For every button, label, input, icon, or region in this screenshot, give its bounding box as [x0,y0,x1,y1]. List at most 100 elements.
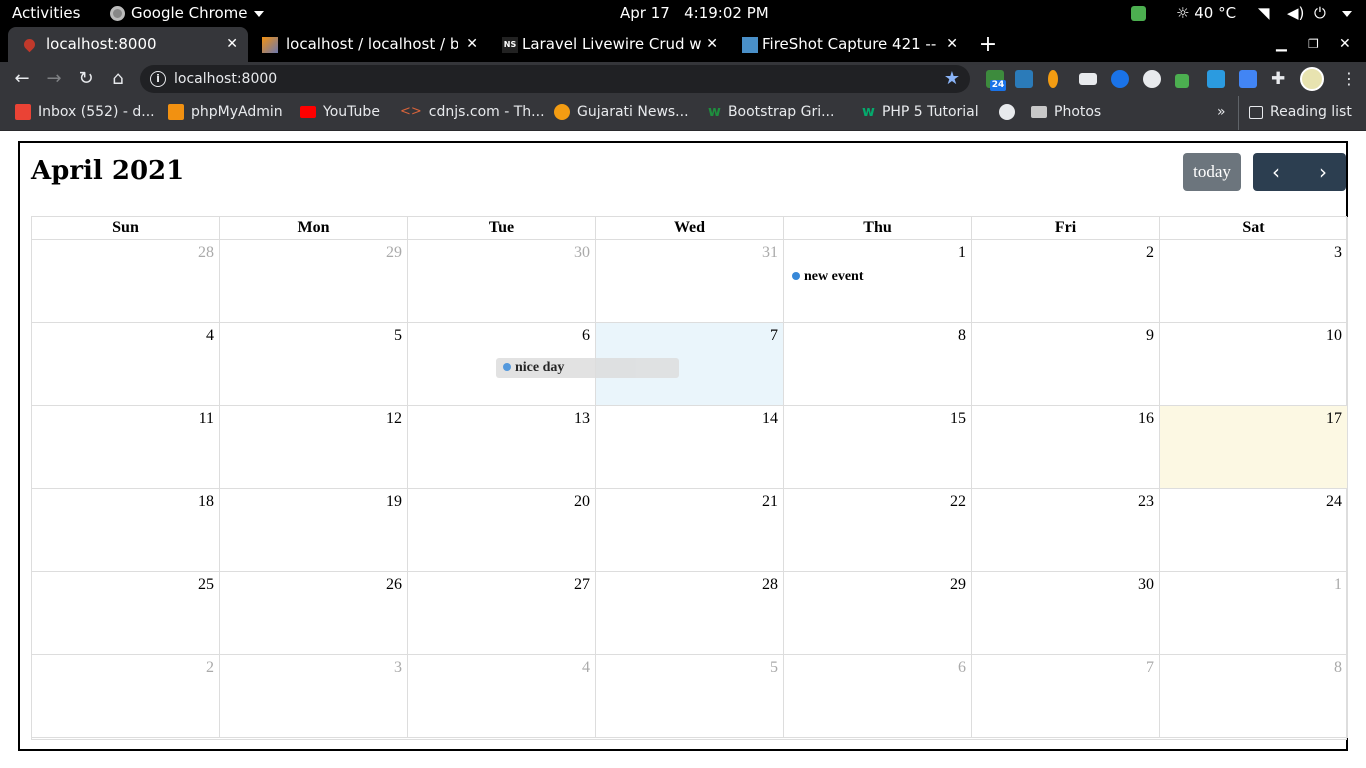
day-cell[interactable]: 13 [408,406,596,489]
day-number[interactable]: 6 [582,327,590,345]
day-cell[interactable]: 18 [32,489,220,572]
day-cell[interactable]: 2 [32,655,220,738]
close-icon[interactable]: ✕ [226,27,238,62]
window-close-icon[interactable]: ✕ [1339,27,1353,62]
day-number[interactable]: 9 [1146,327,1154,345]
day-cell[interactable]: 3 [1160,240,1348,323]
day-number[interactable]: 15 [950,410,966,428]
day-number[interactable]: 26 [386,576,402,594]
day-number[interactable]: 6 [958,659,966,677]
address-bar[interactable]: i localhost:8000 ★ [140,65,970,93]
profile-avatar[interactable] [1300,67,1324,91]
day-number[interactable]: 30 [574,244,590,262]
day-number[interactable]: 8 [1334,659,1342,677]
flame-extension-icon[interactable] [1048,70,1058,88]
day-number[interactable]: 1 [958,244,966,262]
day-cell[interactable]: 30 [972,572,1160,655]
day-cell[interactable]: 7 [972,655,1160,738]
back-arrow-icon[interactable]: ← [8,65,36,93]
day-number[interactable]: 10 [1326,327,1342,345]
day-number[interactable]: 29 [386,244,402,262]
activities-button[interactable]: Activities [12,0,80,27]
bookmark-gujarati-news[interactable]: Gujarati News... [554,96,689,130]
day-number[interactable]: 21 [762,493,778,511]
power-icon[interactable]: ⏻ [1314,0,1326,27]
bookmark-photos[interactable]: Photos [1031,96,1101,130]
day-cell[interactable]: 8 [784,323,972,406]
day-number[interactable]: 30 [1138,576,1154,594]
bookmark-globe[interactable] [999,96,1022,130]
day-number[interactable]: 5 [394,327,402,345]
prev-month-button[interactable]: ‹ [1253,153,1299,191]
day-number[interactable]: 17 [1326,410,1342,428]
system-menu-chevron-icon[interactable] [1336,0,1352,27]
info-icon[interactable]: i [150,71,166,87]
day-cell[interactable]: 19 [220,489,408,572]
day-number[interactable]: 19 [386,493,402,511]
day-number[interactable]: 11 [199,410,214,428]
day-number[interactable]: 23 [1138,493,1154,511]
screen-extension-icon[interactable] [1079,73,1097,85]
volume-icon[interactable]: ◀) [1287,0,1304,27]
day-number[interactable]: 22 [950,493,966,511]
day-cell[interactable]: 31 [596,240,784,323]
day-cell[interactable]: 3 [220,655,408,738]
day-number[interactable]: 5 [770,659,778,677]
day-cell[interactable]: 14 [596,406,784,489]
day-cell[interactable]: 28 [32,240,220,323]
home-icon[interactable]: ⌂ [104,65,132,93]
day-number[interactable]: 2 [1146,244,1154,262]
day-number[interactable]: 13 [574,410,590,428]
plus-extension-icon[interactable] [1143,70,1161,88]
tab-fireshot[interactable]: FireShot Capture 421 -- lo ✕ [728,27,968,62]
tab-localhost[interactable]: localhost:8000 ✕ [8,27,248,62]
drop-extension-icon[interactable] [1111,70,1129,88]
s-extension-icon[interactable] [1015,70,1033,88]
bookmark-youtube[interactable]: YouTube [300,96,380,130]
tab-laravel-livewire[interactable]: NS Laravel Livewire Crud with ✕ [488,27,728,62]
forward-arrow-icon[interactable]: → [40,65,68,93]
day-number[interactable]: 28 [198,244,214,262]
close-icon[interactable]: ✕ [946,27,958,62]
day-cell[interactable]: 20 [408,489,596,572]
wifi-icon[interactable]: ◥ [1258,0,1270,27]
reading-list-button[interactable]: Reading list [1238,96,1352,130]
day-number[interactable]: 8 [958,327,966,345]
day-cell[interactable]: 17 [1160,406,1348,489]
day-cell[interactable]: 5 [596,655,784,738]
day-number[interactable]: 16 [1138,410,1154,428]
day-cell[interactable]: 30 [408,240,596,323]
day-cell[interactable]: 28 [596,572,784,655]
bookmark-cdnjs[interactable]: <> cdnjs.com - Th... [400,96,545,130]
day-cell[interactable]: 4 [32,323,220,406]
day-cell[interactable]: 9 [972,323,1160,406]
new-tab-button[interactable]: + [974,27,1002,62]
translate-extension-icon[interactable] [1239,70,1257,88]
day-number[interactable]: 25 [198,576,214,594]
shield-check-icon[interactable] [1131,6,1146,21]
day-cell[interactable]: 23 [972,489,1160,572]
day-number[interactable]: 14 [762,410,778,428]
next-month-button[interactable]: › [1300,153,1346,191]
bookmark-phpmyadmin[interactable]: phpMyAdmin [168,96,283,130]
day-cell[interactable]: 16 [972,406,1160,489]
day-cell[interactable]: 11 [32,406,220,489]
day-cell[interactable]: 2 [972,240,1160,323]
url-text[interactable]: localhost:8000 [174,65,277,93]
day-number[interactable]: 2 [206,659,214,677]
day-cell[interactable]: 29 [784,572,972,655]
day-number[interactable]: 20 [574,493,590,511]
day-number[interactable]: 1 [1334,576,1342,594]
day-number[interactable]: 24 [1326,493,1342,511]
day-cell[interactable]: 21 [596,489,784,572]
bookmark-gmail[interactable]: Inbox (552) - d... [15,96,155,130]
day-number[interactable]: 18 [198,493,214,511]
weather-indicator[interactable]: ☼ 40 °C [1176,0,1236,27]
day-cell[interactable]: 27 [408,572,596,655]
day-cell[interactable]: 25 [32,572,220,655]
close-icon[interactable]: ✕ [466,27,478,62]
day-cell[interactable]: 24 [1160,489,1348,572]
day-number[interactable]: 31 [762,244,778,262]
day-cell[interactable]: 15 [784,406,972,489]
day-cell[interactable]: 22 [784,489,972,572]
